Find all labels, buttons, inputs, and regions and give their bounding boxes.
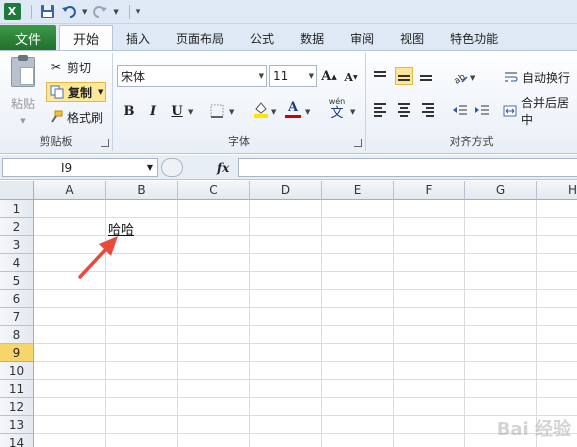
orientation-icon[interactable]: ab: [450, 67, 470, 87]
name-box-value: I9: [61, 160, 73, 175]
format-painter-label: 格式刷: [67, 110, 104, 125]
formula-controls: fx: [161, 158, 237, 177]
clipboard-launcher-icon[interactable]: [101, 139, 109, 147]
wrap-text-label: 自动换行: [522, 70, 571, 85]
top-align-icon[interactable]: [372, 67, 390, 85]
tab-file[interactable]: 文件: [0, 25, 56, 51]
redo-icon[interactable]: [91, 3, 109, 21]
cut-label: 剪切: [67, 60, 92, 75]
border-dropdown-icon[interactable]: ▼: [229, 108, 234, 116]
wrap-text-icon: [503, 69, 519, 85]
name-box[interactable]: I9 ▼: [2, 158, 158, 177]
scissors-icon: ✂: [50, 60, 62, 74]
paintbrush-icon: [48, 109, 64, 125]
undo-dropdown-icon[interactable]: ▼: [82, 8, 87, 16]
underline-button[interactable]: U: [167, 101, 187, 121]
divider: [31, 4, 32, 19]
customize-icon[interactable]: ▾: [136, 7, 141, 17]
alignment-group-label: 对齐方式: [449, 135, 494, 148]
merge-center-label: 合并后居中: [520, 96, 569, 127]
copy-icon: [49, 84, 65, 100]
orientation-dropdown-icon[interactable]: ▼: [470, 74, 475, 82]
tab-review[interactable]: 审阅: [337, 25, 387, 51]
italic-button[interactable]: I: [143, 101, 163, 121]
format-painter-button[interactable]: 格式刷: [46, 107, 105, 127]
tab-insert[interactable]: 插入: [113, 25, 163, 51]
tab-view[interactable]: 视图: [387, 25, 437, 51]
spreadsheet-grid[interactable]: A B C D E F G H 1 2 3 4 5 6 7 8 9 10 11 12 13 14 哈哈: [0, 181, 577, 447]
font-launcher-icon[interactable]: [354, 139, 362, 147]
font-size-value: 11: [273, 69, 289, 83]
save-icon[interactable]: [38, 3, 56, 21]
border-icon[interactable]: [207, 101, 227, 121]
copy-button[interactable]: 复制 ▼: [46, 82, 107, 102]
clipboard-group-label: 剪贴板: [39, 135, 73, 148]
phonetic-char: 文: [330, 106, 344, 121]
merge-center-button[interactable]: 合并后居中: [503, 96, 577, 127]
formula-bar: I9 ▼ fx: [0, 155, 577, 180]
grow-font-icon[interactable]: A ▲: [319, 66, 339, 86]
increase-indent-icon[interactable]: [472, 101, 492, 121]
bottom-align-icon[interactable]: [418, 67, 436, 85]
phonetic-icon[interactable]: wén 文: [325, 95, 349, 123]
redo-dropdown-icon[interactable]: ▼: [113, 8, 118, 16]
tab-special[interactable]: 特色功能: [437, 25, 511, 51]
cut-button[interactable]: ✂ 剪切: [46, 57, 93, 77]
paste-label: 粘贴: [10, 97, 35, 111]
fill-color-icon[interactable]: [251, 99, 271, 119]
merge-center-icon: [503, 103, 518, 119]
ribbon-tabs: 文件 开始 插入 页面布局 公式 数据 审阅 视图 特色功能: [0, 24, 577, 51]
formula-cancel-enter-control[interactable]: [161, 158, 183, 177]
align-left-icon[interactable]: [372, 101, 390, 119]
name-box-dropdown-icon[interactable]: ▼: [147, 163, 153, 172]
font-group: 宋体 ▼ 11 ▼ A ▲ A ▼ B I U ▼ ▼ ▼ A ▼ wén 文 ▼ …: [113, 53, 366, 151]
tab-home[interactable]: 开始: [59, 25, 114, 51]
tab-page-layout[interactable]: 页面布局: [163, 25, 237, 51]
bold-button[interactable]: B: [119, 101, 139, 121]
phonetic-dropdown-icon[interactable]: ▼: [350, 108, 355, 116]
font-name-combo[interactable]: 宋体 ▼: [117, 65, 267, 87]
middle-align-icon[interactable]: [395, 67, 413, 85]
decrease-indent-icon[interactable]: [450, 101, 470, 121]
copy-label: 复制: [68, 85, 93, 100]
formula-input[interactable]: [238, 158, 577, 177]
insert-function-icon[interactable]: fx: [217, 161, 229, 175]
copy-dropdown-icon[interactable]: ▼: [98, 88, 103, 96]
underline-dropdown-icon[interactable]: ▼: [188, 108, 193, 116]
fill-color-dropdown-icon[interactable]: ▼: [271, 108, 276, 116]
font-name-value: 宋体: [121, 69, 146, 84]
watermark: Bai 经验: [496, 419, 571, 440]
align-right-icon[interactable]: [418, 101, 436, 119]
font-color-dropdown-icon[interactable]: ▼: [305, 108, 310, 116]
font-size-dropdown-icon[interactable]: ▼: [309, 72, 314, 80]
font-group-label: 字体: [228, 135, 250, 148]
wrap-text-button[interactable]: 自动换行: [503, 67, 570, 87]
shrink-font-icon[interactable]: A ▼: [341, 67, 361, 87]
tab-formulas[interactable]: 公式: [237, 25, 287, 51]
align-center-icon[interactable]: [395, 101, 413, 119]
paste-button[interactable]: 粘贴 ▼: [6, 55, 40, 126]
quick-access-toolbar: X ▼ ▼ ▾: [0, 0, 577, 24]
clipboard-icon: [11, 55, 35, 87]
ribbon: 粘贴 ▼ ✂ 剪切 复制 ▼ 格式刷 剪贴板 宋体 ▼ 11 ▼ A ▲ A ▼…: [0, 50, 577, 154]
font-size-combo[interactable]: 11 ▼: [269, 65, 317, 87]
alignment-group: ab ▼ 自动换行 合并后居中 对齐方式: [366, 53, 577, 151]
excel-icon[interactable]: X: [3, 3, 21, 21]
undo-icon[interactable]: [60, 3, 78, 21]
clipboard-group: 粘贴 ▼ ✂ 剪切 复制 ▼ 格式刷 剪贴板: [0, 53, 113, 151]
phonetic-top-text: wén: [328, 97, 346, 106]
font-color-icon[interactable]: A: [283, 99, 303, 119]
divider: [128, 4, 130, 19]
font-name-dropdown-icon[interactable]: ▼: [259, 72, 264, 80]
annotation-arrow-icon: [78, 236, 118, 279]
tab-data[interactable]: 数据: [287, 25, 337, 51]
paste-dropdown-icon: ▼: [20, 117, 26, 125]
